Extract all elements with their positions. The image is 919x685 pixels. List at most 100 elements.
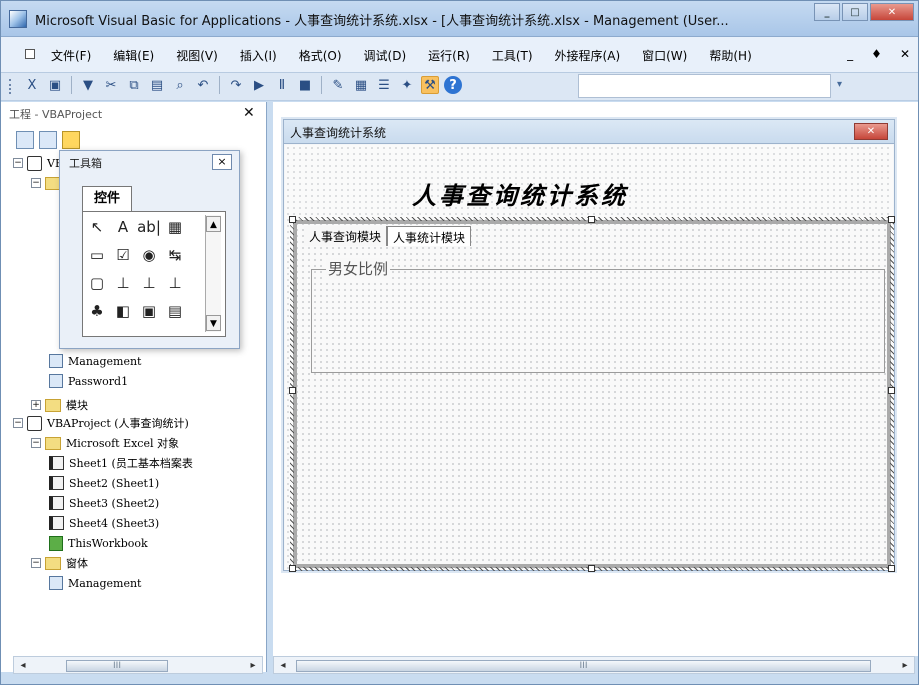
mdi-minimize-icon[interactable]: _ bbox=[847, 47, 853, 61]
menu-item-4[interactable]: 格式(O) bbox=[299, 47, 342, 64]
multipage-tab[interactable]: 人事查询模块 bbox=[304, 226, 388, 246]
toolbox-tool-icon[interactable]: ▣ bbox=[138, 300, 160, 322]
menu-item-5[interactable]: 调试(D) bbox=[364, 47, 407, 64]
reset-icon[interactable]: ■ bbox=[296, 76, 314, 94]
menu-item-8[interactable]: 外接程序(A) bbox=[555, 47, 621, 64]
tree-item[interactable]: − Microsoft Excel 对象 bbox=[31, 434, 179, 452]
toolbox-controls-tab[interactable]: 控件 bbox=[82, 186, 132, 212]
view-code-icon[interactable] bbox=[16, 131, 34, 149]
tree-item[interactable]: Password1 bbox=[49, 372, 128, 390]
designer-scrollbar-thumb[interactable]: III bbox=[296, 660, 871, 672]
mdi-restore-icon[interactable]: ♦ bbox=[871, 47, 882, 61]
resize-handle[interactable] bbox=[289, 216, 296, 223]
properties-window-icon[interactable]: ☰ bbox=[375, 76, 393, 94]
scroll-left-icon[interactable]: ◂ bbox=[15, 658, 31, 674]
redo-icon[interactable]: ↷ bbox=[227, 76, 245, 94]
toolbox-tool-icon[interactable]: ⊥ bbox=[112, 272, 134, 294]
toolbox-icon[interactable]: ⚒ bbox=[421, 76, 439, 94]
scroll-right-icon[interactable]: ▸ bbox=[245, 658, 261, 674]
project-horizontal-scrollbar[interactable]: ◂ III ▸ bbox=[13, 656, 263, 674]
form-heading-label[interactable]: 人事查询统计系统 bbox=[395, 176, 645, 211]
copy-icon[interactable]: ⧉ bbox=[125, 76, 143, 94]
menu-item-0[interactable]: 文件(F) bbox=[51, 47, 91, 64]
toolbox-tool-icon[interactable]: ♣ bbox=[86, 300, 108, 322]
scroll-down-icon[interactable]: ▼ bbox=[206, 315, 221, 331]
tree-item[interactable]: + 模块 bbox=[31, 396, 88, 414]
tree-item[interactable]: Sheet2 (Sheet1) bbox=[49, 474, 159, 492]
view-object-icon[interactable] bbox=[39, 131, 57, 149]
code-location-box[interactable] bbox=[578, 74, 831, 98]
resize-handle[interactable] bbox=[888, 387, 895, 394]
cut-icon[interactable]: ✂ bbox=[102, 76, 120, 94]
run-icon[interactable]: ▶ bbox=[250, 76, 268, 94]
close-button[interactable]: ✕ bbox=[870, 3, 914, 21]
designer-horizontal-scrollbar[interactable]: ◂ III ▸ bbox=[273, 656, 915, 674]
toolbox-scrollbar[interactable]: ▲ ▼ bbox=[205, 215, 221, 332]
toolbox-tool-icon[interactable]: ☑ bbox=[112, 244, 134, 266]
help-icon[interactable]: ? bbox=[444, 76, 462, 94]
toolbox-tool-icon[interactable]: ▢ bbox=[86, 272, 108, 294]
collapse-icon[interactable]: − bbox=[13, 418, 23, 428]
design-mode-icon[interactable]: ✎ bbox=[329, 76, 347, 94]
menu-item-9[interactable]: 窗口(W) bbox=[642, 47, 687, 64]
toolbox-close-icon[interactable]: × bbox=[212, 154, 232, 170]
resize-handle[interactable] bbox=[588, 216, 595, 223]
toolbox-tool-icon[interactable]: ▦ bbox=[164, 216, 186, 238]
toolbar-overflow-icon[interactable]: ▾ bbox=[837, 79, 842, 90]
excel-icon[interactable]: X bbox=[23, 76, 41, 94]
userform-close-icon[interactable]: ✕ bbox=[854, 123, 888, 140]
scroll-up-icon[interactable]: ▲ bbox=[206, 216, 221, 232]
collapse-icon[interactable]: − bbox=[13, 158, 23, 168]
collapse-icon[interactable]: − bbox=[31, 438, 41, 448]
collapse-icon[interactable]: − bbox=[31, 178, 41, 188]
menu-item-7[interactable]: 工具(T) bbox=[492, 47, 533, 64]
expand-icon[interactable]: + bbox=[31, 400, 41, 410]
gender-ratio-frame[interactable]: 男女比例 bbox=[311, 258, 885, 373]
find-icon[interactable]: ⌕ bbox=[171, 76, 189, 94]
toolbox-tool-icon[interactable]: A bbox=[112, 216, 134, 238]
menu-item-1[interactable]: 编辑(E) bbox=[113, 47, 154, 64]
undo-icon[interactable]: ↶ bbox=[194, 76, 212, 94]
mdi-close-icon[interactable]: ✕ bbox=[900, 47, 910, 61]
break-icon[interactable]: Ⅱ bbox=[273, 76, 291, 94]
minimize-button[interactable]: _ bbox=[814, 3, 840, 21]
multipage-control[interactable]: 人事查询模块 人事统计模块 男女比例 bbox=[289, 216, 895, 572]
insert-userform-icon[interactable]: ▣ bbox=[46, 76, 64, 94]
menu-item-10[interactable]: 帮助(H) bbox=[709, 47, 751, 64]
toolbox-tool-icon[interactable]: ↖ bbox=[86, 216, 108, 238]
tree-item[interactable]: Management bbox=[49, 574, 141, 592]
menu-item-3[interactable]: 插入(I) bbox=[240, 47, 277, 64]
menu-item-2[interactable]: 视图(V) bbox=[176, 47, 218, 64]
toolbox-tool-icon[interactable]: ▭ bbox=[86, 244, 108, 266]
tree-item[interactable]: − 窗体 bbox=[31, 554, 88, 572]
tree-item[interactable]: − VBAProject (人事查询统计) bbox=[13, 414, 189, 432]
project-explorer-icon[interactable]: ▦ bbox=[352, 76, 370, 94]
resize-handle[interactable] bbox=[888, 216, 895, 223]
project-explorer-close-icon[interactable]: ✕ bbox=[243, 105, 255, 121]
save-icon[interactable]: ▼ bbox=[79, 76, 97, 94]
maximize-button[interactable]: □ bbox=[842, 3, 868, 21]
resize-handle[interactable] bbox=[588, 565, 595, 572]
multipage-tab[interactable]: 人事统计模块 bbox=[387, 226, 472, 246]
userform-canvas[interactable]: 人事查询统计系统 人事查询模块 人事统计模块 男女比例 bbox=[285, 145, 895, 572]
tree-item[interactable]: Sheet3 (Sheet2) bbox=[49, 494, 159, 512]
scroll-right-icon[interactable]: ▸ bbox=[897, 658, 913, 674]
resize-handle[interactable] bbox=[289, 565, 296, 572]
toolbox-tool-icon[interactable]: ◧ bbox=[112, 300, 134, 322]
toolbox-tool-icon[interactable]: ◉ bbox=[138, 244, 160, 266]
project-scrollbar-thumb[interactable]: III bbox=[66, 660, 168, 672]
toolbox-tool-icon[interactable]: ⊥ bbox=[164, 272, 186, 294]
toolbox-tool-icon[interactable]: ab| bbox=[137, 216, 161, 238]
menu-item-6[interactable]: 运行(R) bbox=[428, 47, 470, 64]
resize-handle[interactable] bbox=[289, 387, 296, 394]
toggle-folders-icon[interactable] bbox=[62, 131, 80, 149]
resize-handle[interactable] bbox=[888, 565, 895, 572]
tree-item[interactable]: ThisWorkbook bbox=[49, 534, 148, 552]
tree-item[interactable]: Management bbox=[49, 352, 141, 370]
toolbox-tool-icon[interactable]: ▤ bbox=[164, 300, 186, 322]
toolbox-tool-icon[interactable]: ⊥ bbox=[138, 272, 160, 294]
tree-item[interactable]: Sheet4 (Sheet3) bbox=[49, 514, 159, 532]
collapse-icon[interactable]: − bbox=[31, 558, 41, 568]
tree-item[interactable]: Sheet1 (员工基本档案表 bbox=[49, 454, 193, 472]
paste-icon[interactable]: ▤ bbox=[148, 76, 166, 94]
